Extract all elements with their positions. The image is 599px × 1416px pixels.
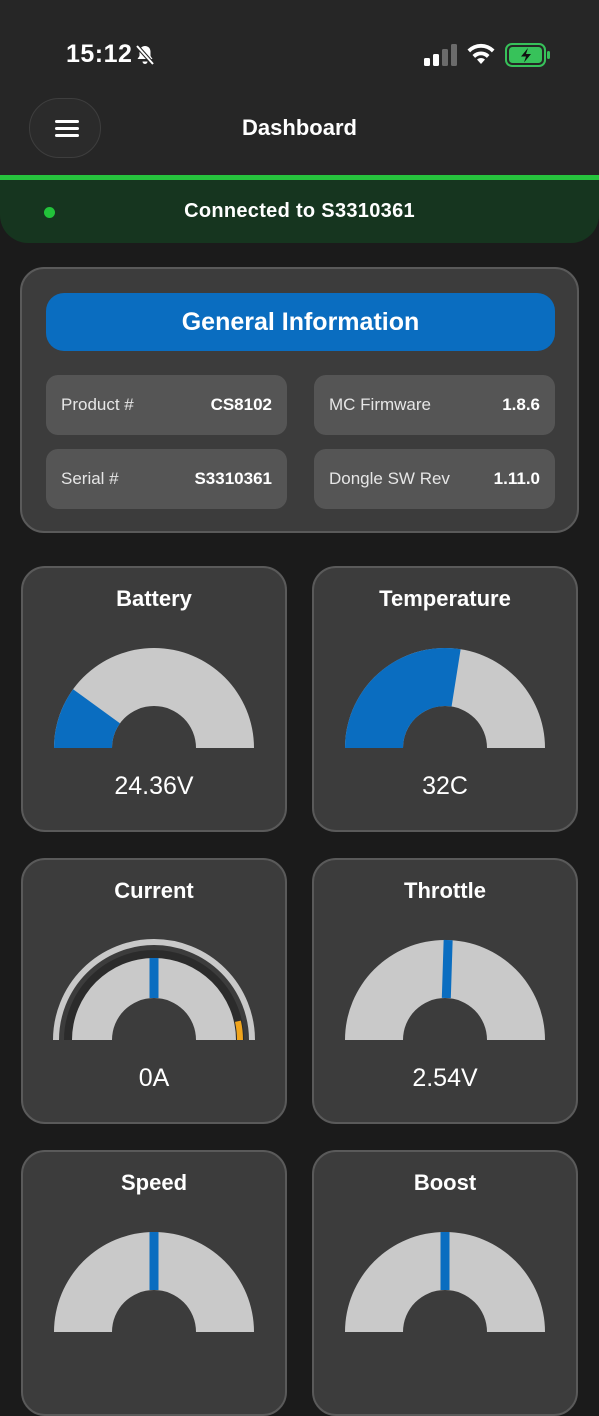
- throttle-gauge-card: Throttle 2.54V: [312, 858, 578, 1124]
- info-value: CS8102: [210, 395, 272, 414]
- bell-slash-icon: [135, 44, 155, 66]
- gauge-warning-ring: [234, 1020, 243, 1041]
- gauge-fill: [345, 648, 461, 748]
- current-gauge-card: Current 0A: [21, 858, 287, 1124]
- status-bar: 15:12: [0, 0, 599, 95]
- gauge-value: 24.36V: [114, 772, 194, 800]
- battery-charging-icon: [505, 43, 550, 67]
- gauge-value: 2.54V: [412, 1064, 478, 1092]
- gauge-value: 0A: [138, 1064, 170, 1092]
- status-time: 15:12: [66, 40, 133, 68]
- info-label: Product #: [61, 395, 134, 414]
- connection-banner: Connected to S3310361: [0, 175, 599, 243]
- speed-gauge-card: Speed: [21, 1150, 287, 1416]
- speed-gauge: [54, 1232, 254, 1332]
- battery-gauge-card: Battery 24.36V: [21, 566, 287, 832]
- info-cell-dongle-sw-rev: Dongle SW Rev 1.11.0: [314, 449, 555, 509]
- gauge-value: 32C: [422, 772, 468, 800]
- info-value: 1.11.0: [493, 469, 540, 488]
- info-value: 1.8.6: [502, 395, 540, 414]
- boost-gauge: [345, 1232, 545, 1332]
- general-information-card: General Information Product # CS8102 MC …: [20, 267, 579, 533]
- cellular-signal-icon: [424, 44, 457, 66]
- navigation-bar: Dashboard: [0, 95, 599, 175]
- info-cell-serial: Serial # S3310361: [46, 449, 287, 509]
- connection-status-text: Connected to S3310361: [184, 200, 415, 222]
- info-label: Dongle SW Rev: [329, 469, 450, 488]
- temperature-gauge-card: Temperature 32C: [312, 566, 578, 832]
- page-title: Dashboard: [242, 115, 357, 140]
- info-cell-mc-firmware: MC Firmware 1.8.6: [314, 375, 555, 435]
- info-cell-product: Product # CS8102: [46, 375, 287, 435]
- wifi-icon: [467, 43, 495, 64]
- info-label: MC Firmware: [329, 395, 431, 414]
- boost-gauge-card: Boost: [312, 1150, 578, 1416]
- info-value: S3310361: [194, 469, 272, 488]
- info-label: Serial #: [61, 469, 119, 488]
- general-information-header: General Information: [46, 293, 555, 351]
- gauge-needle: [441, 939, 453, 999]
